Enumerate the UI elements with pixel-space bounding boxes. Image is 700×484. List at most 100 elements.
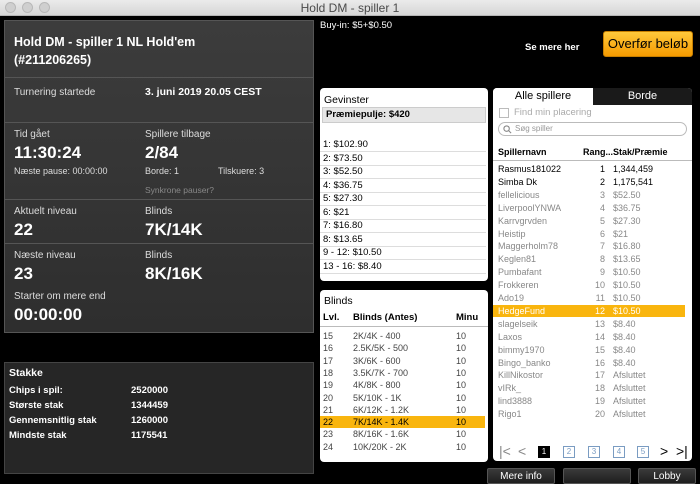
page-4-button[interactable]: 4	[613, 446, 625, 458]
player-cell: $52.50	[613, 189, 641, 200]
last-page-button[interactable]: >|	[676, 443, 688, 459]
player-cell: $27.30	[613, 215, 641, 226]
current-level-label: Aktuelt niveau	[14, 206, 77, 217]
player-row[interactable]: Pumbafant 9 $10.50	[493, 266, 685, 278]
blinds-cell: 10	[456, 404, 467, 415]
player-row[interactable]: HedgeFund 12 $10.50	[493, 304, 685, 317]
tab-tables[interactable]: Borde	[593, 88, 692, 105]
player-row[interactable]: Heistip 6 $21	[493, 228, 685, 240]
player-row[interactable]: Laxos 14 $8.40	[493, 331, 685, 343]
blinds-header-blinds[interactable]: Blinds (Antes)	[353, 312, 417, 323]
current-blinds-label: Blinds	[145, 206, 173, 217]
player-cell: 18	[594, 383, 605, 394]
first-page-button[interactable]: |<	[499, 443, 511, 459]
close-window-button[interactable]	[5, 2, 16, 13]
player-row[interactable]: Karrvgrvden 5 $27.30	[493, 215, 685, 227]
players-header-rank[interactable]: Rang...	[583, 147, 613, 157]
player-cell: 13	[594, 318, 605, 329]
player-row[interactable]: Keglen81 8 $13.65	[493, 253, 685, 265]
player-row[interactable]: Bingo_banko 16 $8.40	[493, 357, 685, 369]
blinds-cell: 10	[456, 355, 467, 366]
largest-stack-value: 1344459	[131, 400, 168, 411]
blinds-cell: 4K/8K - 800	[353, 380, 401, 391]
players-left-value: 2/84	[145, 143, 179, 162]
see-more-link[interactable]: Se mere her	[525, 42, 579, 53]
page-3-button[interactable]: 3	[588, 446, 600, 458]
prev-page-button[interactable]: <	[518, 443, 526, 459]
transfer-amount-button[interactable]: Overfør beløb	[603, 31, 693, 57]
search-player-box[interactable]: Søg spiller	[498, 122, 687, 136]
player-cell: HedgeFund	[498, 305, 546, 316]
tab-all-players[interactable]: Alle spillere	[493, 88, 593, 105]
tournament-id: (#211206265)	[14, 53, 92, 67]
player-row[interactable]: KillNikostor 17 Afsluttet	[493, 369, 685, 381]
player-cell: Frokkeren	[498, 280, 539, 291]
blinds-row: 21 6K/12K - 1.2K 10	[320, 404, 485, 416]
players-header-stack[interactable]: Stak/Præmie	[613, 147, 668, 157]
current-blinds-value: 7K/14K	[145, 220, 203, 239]
more-info-button[interactable]: Mere info	[487, 468, 555, 484]
player-cell: bimmy1970	[498, 344, 545, 355]
player-row[interactable]: fellelicious 3 $52.50	[493, 189, 685, 201]
average-stack-value: 1260000	[131, 415, 168, 426]
blinds-row: 22 7K/14K - 1.4K 10	[320, 416, 485, 429]
player-cell: 11	[595, 293, 605, 303]
player-row[interactable]: Simba Dk 2 1,175,541	[493, 176, 685, 188]
prize-row: 1: $102.90	[323, 139, 368, 150]
page-2-button[interactable]: 2	[563, 446, 575, 458]
blinds-cell: 2.5K/5K - 500	[353, 343, 409, 354]
player-cell: Maggerholm78	[498, 241, 559, 252]
player-cell: 16	[594, 357, 605, 368]
player-row[interactable]: vIRk_ 18 Afsluttet	[493, 382, 685, 394]
zoom-window-button[interactable]	[39, 2, 50, 13]
prize-row: 4: $36.75	[323, 179, 363, 191]
player-cell: Heistip	[498, 228, 526, 239]
find-my-placing-checkbox[interactable]	[499, 108, 509, 118]
player-row[interactable]: bimmy1970 15 $8.40	[493, 344, 685, 356]
player-cell: 4	[599, 202, 605, 213]
blinds-cell: 17	[323, 355, 334, 366]
player-cell: fellelicious	[498, 189, 540, 200]
next-page-button[interactable]: >	[660, 443, 668, 459]
player-row[interactable]: slagelseik 13 $8.40	[493, 318, 685, 330]
player-row[interactable]: LiverpoolYNWA 4 $36.75	[493, 202, 685, 214]
player-cell: 8	[599, 254, 605, 265]
blinds-cell: 10	[456, 380, 467, 391]
blinds-cell: 20	[323, 392, 334, 403]
prize-row: 5: $27.30	[323, 193, 363, 204]
player-row[interactable]: Maggerholm78 7 $16.80	[493, 240, 685, 252]
prize-row: 7: $16.80	[323, 220, 363, 231]
player-row[interactable]: Ado19 11 $10.50	[493, 292, 685, 304]
player-row[interactable]: Frokkeren 10 $10.50	[493, 279, 685, 291]
blinds-cell: 10	[456, 367, 467, 378]
players-header-name[interactable]: Spillernavn	[498, 147, 547, 157]
largest-stack-label: Største stak	[9, 400, 64, 411]
player-cell: Karrvgrvden	[498, 215, 548, 226]
blinds-cell: 10	[456, 392, 467, 403]
blinds-cell: 10	[456, 441, 467, 452]
player-cell: $21	[613, 228, 629, 239]
blinds-row: 17 3K/6K - 600 10	[320, 355, 485, 367]
page-5-button[interactable]: 5	[637, 446, 649, 458]
blinds-title: Blinds	[324, 295, 353, 307]
player-cell: $8.40	[613, 318, 636, 329]
player-cell: 19	[594, 396, 605, 407]
buyin-text: Buy-in: $5+$0.50	[320, 20, 393, 31]
lobby-button[interactable]: Lobby	[638, 468, 696, 484]
player-row[interactable]: lind3888 19 Afsluttet	[493, 395, 685, 407]
sync-breaks-link[interactable]: Synkrone pauser?	[145, 185, 214, 195]
blinds-header-level[interactable]: Lvl.	[323, 312, 339, 323]
spectator-count: Tilskuere: 3	[218, 166, 265, 176]
minimize-window-button[interactable]	[22, 2, 33, 13]
player-cell: Ado19	[498, 293, 525, 303]
page-1-button[interactable]: 1	[538, 446, 550, 458]
player-row[interactable]: Rigo1 20 Afsluttet	[493, 408, 685, 420]
smallest-stack-label: Mindste stak	[9, 430, 67, 441]
player-cell: Afsluttet	[613, 383, 646, 394]
player-row[interactable]: Rasmus181022 1 1,344,459	[493, 163, 685, 175]
search-player-input[interactable]: Søg spiller	[515, 124, 553, 133]
player-cell: Simba Dk	[498, 176, 538, 187]
prize-pool: Præmiepulje: $420	[322, 107, 486, 123]
blinds-header-minutes[interactable]: Minu	[456, 312, 478, 323]
players-panel: Alle spillere Borde Find min placering S…	[493, 88, 692, 461]
